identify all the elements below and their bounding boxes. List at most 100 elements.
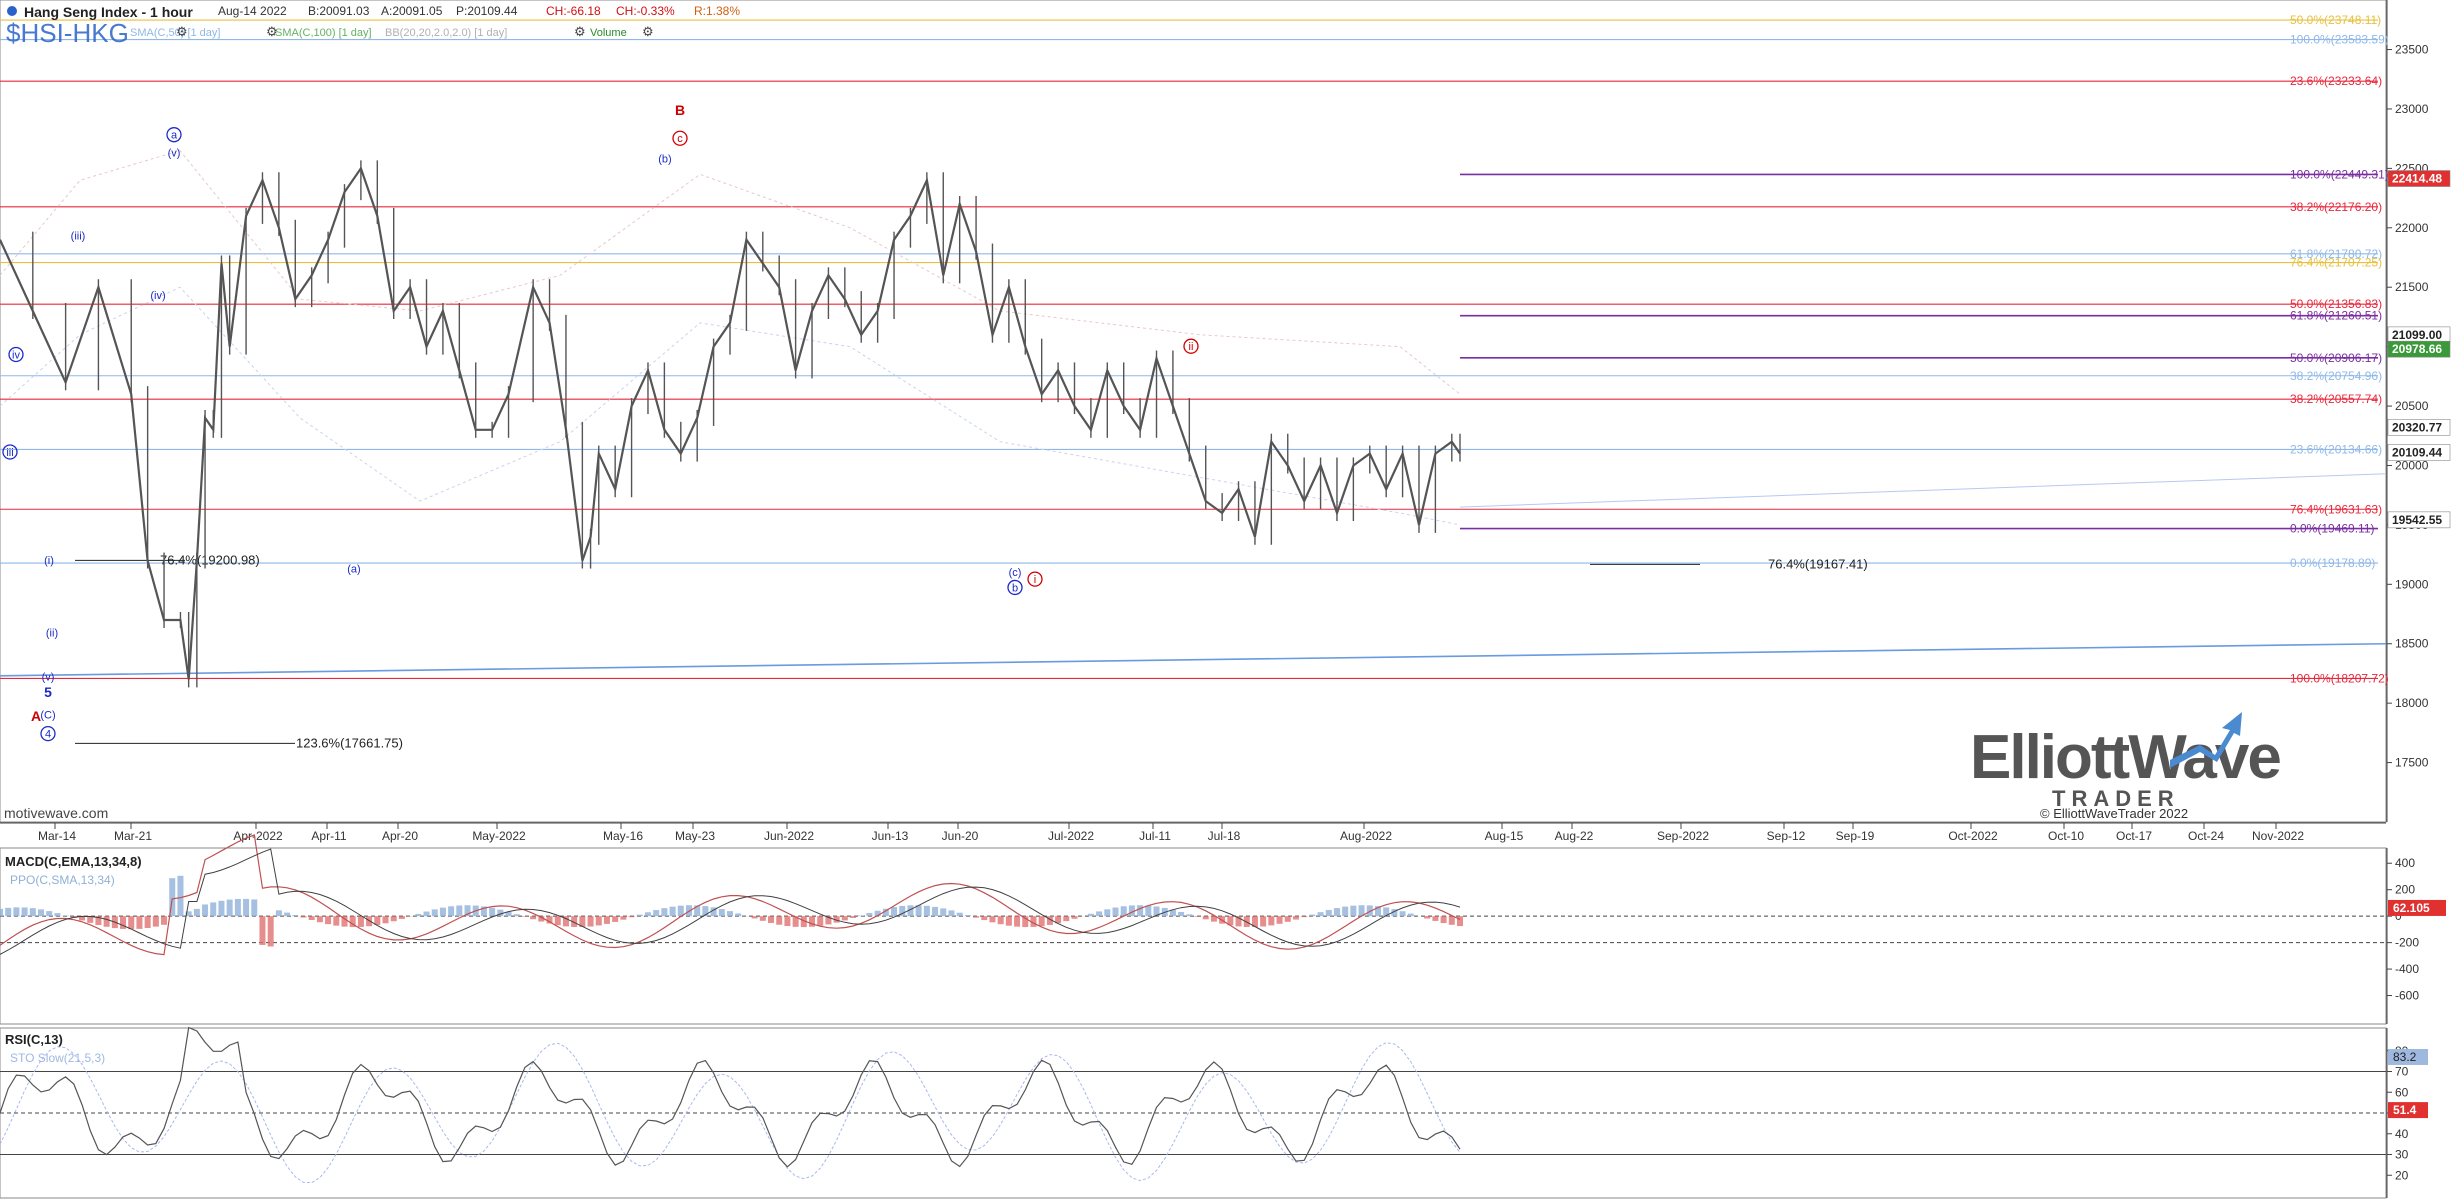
macd-histogram-bar — [1333, 908, 1340, 917]
price-axis-label: 21500 — [2395, 280, 2429, 294]
fib-level-label: 100.0%(22449.31) — [2290, 167, 2389, 181]
rsi-value-label: 51.4 — [2393, 1103, 2417, 1117]
macd-histogram-bar — [1284, 916, 1291, 922]
gear-icon[interactable]: ⚙ — [266, 24, 278, 39]
fib-level-label: 23.6%(23233.64) — [2290, 74, 2382, 88]
time-axis-label: Aug-15 — [1485, 829, 1524, 843]
wave-label: iv — [12, 350, 20, 362]
macd-histogram-bar — [382, 916, 389, 924]
macd-histogram-bar — [423, 911, 430, 917]
macd-histogram-bar — [759, 916, 766, 921]
macd-histogram-bar — [136, 916, 143, 929]
macd-histogram-bar — [948, 910, 955, 917]
macd-histogram-bar — [120, 916, 127, 929]
rsi-title: RSI(C,13) — [5, 1032, 63, 1047]
time-axis-label: Jul-2022 — [1048, 829, 1094, 843]
macd-histogram-bar — [595, 916, 602, 926]
macd-histogram-bar — [1096, 911, 1103, 917]
macd-histogram-bar — [439, 907, 446, 917]
fib-level-label: 76.4%(21707.25) — [2290, 256, 2382, 270]
price-axis-label: 19000 — [2395, 577, 2429, 591]
time-axis-label: Oct-10 — [2048, 829, 2084, 843]
projection-label: 123.6%(17661.75) — [296, 735, 403, 750]
rsi-axis-label: 30 — [2395, 1148, 2409, 1162]
price-axis-label: 23000 — [2395, 102, 2429, 116]
time-axis-label: Mar-14 — [38, 829, 76, 843]
macd-histogram-bar — [718, 909, 725, 917]
wave-label: B — [675, 102, 685, 118]
sto-value-label: 83.2 — [2393, 1050, 2417, 1064]
study-sma100-label: SMA(C,100) [1 day] — [275, 27, 372, 39]
price-box-label: 22414.48 — [2392, 172, 2442, 186]
macd-histogram-bar — [669, 906, 676, 917]
time-axis-label: Sep-19 — [1836, 829, 1875, 843]
wave-label: b — [1012, 582, 1018, 594]
rsi-axis-label: 40 — [2395, 1127, 2409, 1141]
time-axis-label: Oct-17 — [2116, 829, 2152, 843]
macd-histogram-bar — [308, 916, 315, 920]
macd-histogram-bar — [29, 908, 36, 917]
macd-histogram-bar — [513, 914, 520, 917]
wave-label: (iv) — [150, 290, 165, 302]
wave-label: (iii) — [71, 231, 86, 243]
time-axis-label: Sep-2022 — [1657, 829, 1709, 843]
macd-histogram-bar — [1104, 909, 1111, 917]
price-box-label: 19542.55 — [2392, 513, 2442, 527]
macd-histogram-bar — [1325, 909, 1332, 917]
wave-label: a — [171, 130, 178, 142]
fib-level-label: 50.0%(20906.17) — [2290, 351, 2382, 365]
wave-label: (i) — [44, 555, 54, 567]
rsi-axis-label: 70 — [2395, 1065, 2409, 1079]
price-box-label: 20109.44 — [2392, 445, 2442, 459]
rsi-axis-label: 20 — [2395, 1168, 2409, 1182]
macd-histogram-bar — [398, 916, 405, 919]
time-axis-label: Apr-11 — [311, 829, 346, 843]
macd-histogram-bar — [587, 916, 594, 927]
wave-label: 4 — [45, 729, 51, 741]
header-ask: A:20091.05 — [381, 4, 443, 18]
wave-label: 5 — [44, 684, 52, 700]
macd-histogram-bar — [448, 906, 455, 917]
macd-histogram-bar — [489, 907, 496, 917]
wave-label: (v) — [42, 672, 55, 684]
macd-histogram-bar — [1432, 916, 1439, 921]
macd-histogram-bar — [193, 908, 200, 917]
macd-histogram-bar — [202, 904, 209, 917]
time-axis-label: Jun-13 — [872, 829, 909, 843]
projection-label: 76.4%(19167.41) — [1768, 556, 1868, 571]
macd-histogram-bar — [415, 913, 422, 917]
macd-histogram-bar — [1186, 914, 1193, 917]
time-axis-label: Jul-11 — [1139, 829, 1171, 843]
time-axis-label: Jun-20 — [942, 829, 979, 843]
macd-histogram-bar — [1202, 916, 1209, 920]
gear-icon[interactable]: ⚙ — [176, 24, 188, 39]
macd-histogram-bar — [735, 913, 742, 917]
gear-icon[interactable]: ⚙ — [642, 24, 654, 39]
symbol-icon — [7, 6, 17, 16]
macd-histogram-bar — [636, 914, 643, 917]
time-axis-label: Oct-24 — [2188, 829, 2224, 843]
ppo-title: PPO(C,SMA,13,34) — [10, 873, 115, 887]
fib-level-label: 50.0%(23748.11) — [2290, 13, 2381, 27]
fib-level-label: 61.8%(21260.51) — [2290, 309, 2382, 323]
gear-icon[interactable]: ⚙ — [574, 24, 586, 39]
fib-level-label: 38.2%(20754.96) — [2290, 369, 2382, 383]
price-axis-label: 17500 — [2395, 756, 2429, 770]
macd-histogram-bar — [103, 916, 110, 927]
macd-histogram-bar — [1014, 916, 1021, 927]
chart-canvas: 1750018000185001900019500200002050021000… — [0, 0, 2453, 1200]
macd-histogram-bar — [1407, 913, 1414, 917]
time-axis-label: Mar-21 — [114, 829, 152, 843]
sto-title: STO Slow(21,5,3) — [10, 1051, 105, 1065]
macd-histogram-bar — [54, 913, 61, 917]
macd-histogram-bar — [817, 916, 824, 926]
macd-histogram-bar — [62, 915, 69, 917]
macd-histogram-bar — [850, 916, 857, 919]
macd-histogram-bar — [1063, 916, 1070, 922]
time-axis-label: Nov-2022 — [2252, 829, 2304, 843]
macd-histogram-bar — [243, 898, 250, 917]
macd-title: MACD(C,EMA,13,34,8) — [5, 854, 142, 869]
macd-histogram-bar — [161, 916, 168, 925]
time-axis-label: Jun-2022 — [764, 829, 814, 843]
time-axis-label: Aug-2022 — [1340, 829, 1392, 843]
